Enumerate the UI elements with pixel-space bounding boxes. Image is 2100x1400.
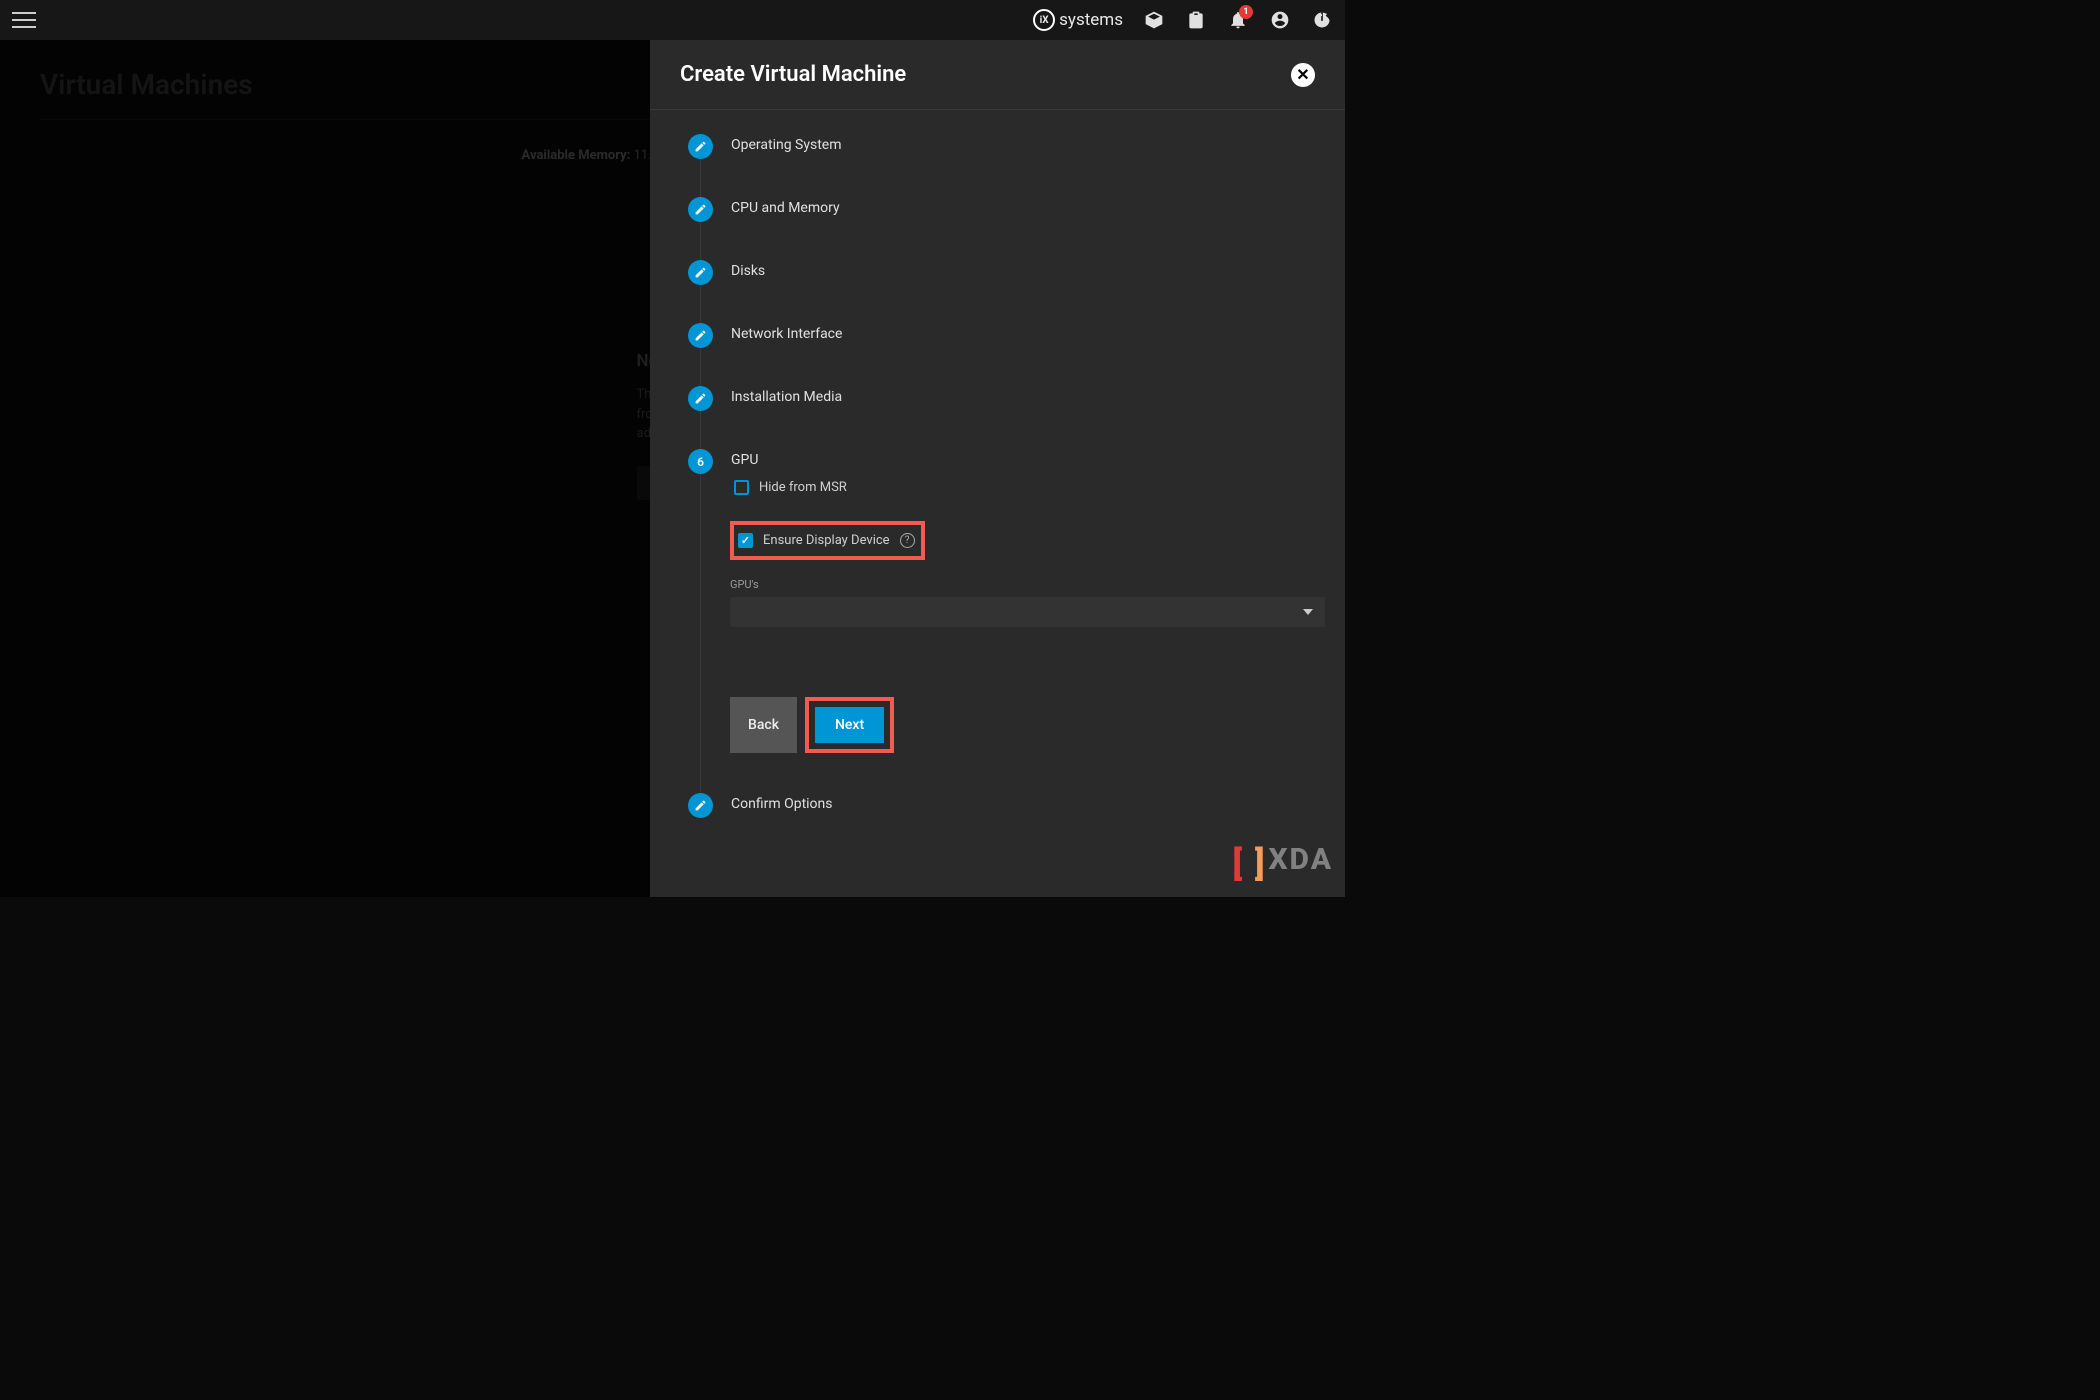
checkbox-label: Hide from MSR: [759, 480, 847, 495]
step-disks[interactable]: Disks: [688, 260, 1325, 285]
top-bar: iX systems 1: [0, 0, 1345, 40]
step-label: Network Interface: [731, 323, 842, 342]
top-right-actions: iX systems 1: [1033, 9, 1333, 31]
pencil-icon: [688, 197, 713, 222]
close-icon[interactable]: ✕: [1291, 63, 1315, 87]
pencil-icon: [688, 323, 713, 348]
pencil-icon: [688, 386, 713, 411]
pencil-icon: [688, 134, 713, 159]
ensure-display-checkbox-row[interactable]: Ensure Display Device ?: [730, 521, 925, 560]
hide-msr-checkbox-row[interactable]: Hide from MSR: [730, 472, 1325, 503]
step-installation-media[interactable]: Installation Media: [688, 386, 1325, 411]
step-label: Confirm Options: [731, 793, 833, 812]
panel-body: Operating System CPU and Memory Disks Ne…: [650, 110, 1345, 897]
notifications-icon[interactable]: 1: [1227, 9, 1249, 31]
step-label: Disks: [731, 260, 765, 279]
step-label: CPU and Memory: [731, 197, 840, 216]
step-gpu[interactable]: 6 GPU: [688, 449, 1325, 474]
pencil-icon: [688, 260, 713, 285]
step-cpu-memory[interactable]: CPU and Memory: [688, 197, 1325, 222]
back-button[interactable]: Back: [730, 697, 797, 753]
step-connector: [700, 146, 701, 806]
stepper: Operating System CPU and Memory Disks Ne…: [688, 134, 1325, 818]
checkbox-label: Ensure Display Device: [763, 533, 890, 548]
bracket-icon: [1236, 844, 1262, 876]
gpus-dropdown[interactable]: [730, 597, 1325, 627]
user-icon[interactable]: [1269, 9, 1291, 31]
truenas-icon[interactable]: [1143, 9, 1165, 31]
xda-watermark: XDA: [1236, 842, 1333, 877]
notification-badge: 1: [1239, 5, 1253, 19]
menu-icon[interactable]: [12, 12, 36, 28]
step-os[interactable]: Operating System: [688, 134, 1325, 159]
help-icon[interactable]: ?: [900, 533, 915, 548]
create-vm-panel: Create Virtual Machine ✕ Operating Syste…: [650, 40, 1345, 897]
next-highlight: Next: [805, 697, 894, 753]
step-number-icon: 6: [688, 449, 713, 474]
checkbox-checked-icon[interactable]: [738, 533, 753, 548]
chevron-down-icon: [1303, 609, 1313, 615]
brand-mark: iX: [1033, 9, 1055, 31]
step-network[interactable]: Network Interface: [688, 323, 1325, 348]
panel-header: Create Virtual Machine ✕: [650, 40, 1345, 110]
step-confirm[interactable]: Confirm Options: [688, 793, 1325, 818]
gpu-step-body: Hide from MSR Ensure Display Device ? GP…: [730, 472, 1325, 627]
next-button[interactable]: Next: [815, 707, 884, 743]
watermark-text: XDA: [1268, 842, 1333, 877]
gpus-field-label: GPU's: [730, 578, 1325, 591]
panel-title: Create Virtual Machine: [680, 62, 906, 87]
step-label: GPU: [731, 449, 758, 468]
step-label: Installation Media: [731, 386, 842, 405]
pencil-icon: [688, 793, 713, 818]
brand-logo[interactable]: iX systems: [1033, 9, 1123, 31]
wizard-buttons: Back Next: [730, 697, 1325, 753]
brand-text: systems: [1059, 10, 1123, 30]
checkbox-unchecked-icon[interactable]: [734, 480, 749, 495]
clipboard-icon[interactable]: [1185, 9, 1207, 31]
power-icon[interactable]: [1311, 9, 1333, 31]
step-label: Operating System: [731, 134, 842, 153]
